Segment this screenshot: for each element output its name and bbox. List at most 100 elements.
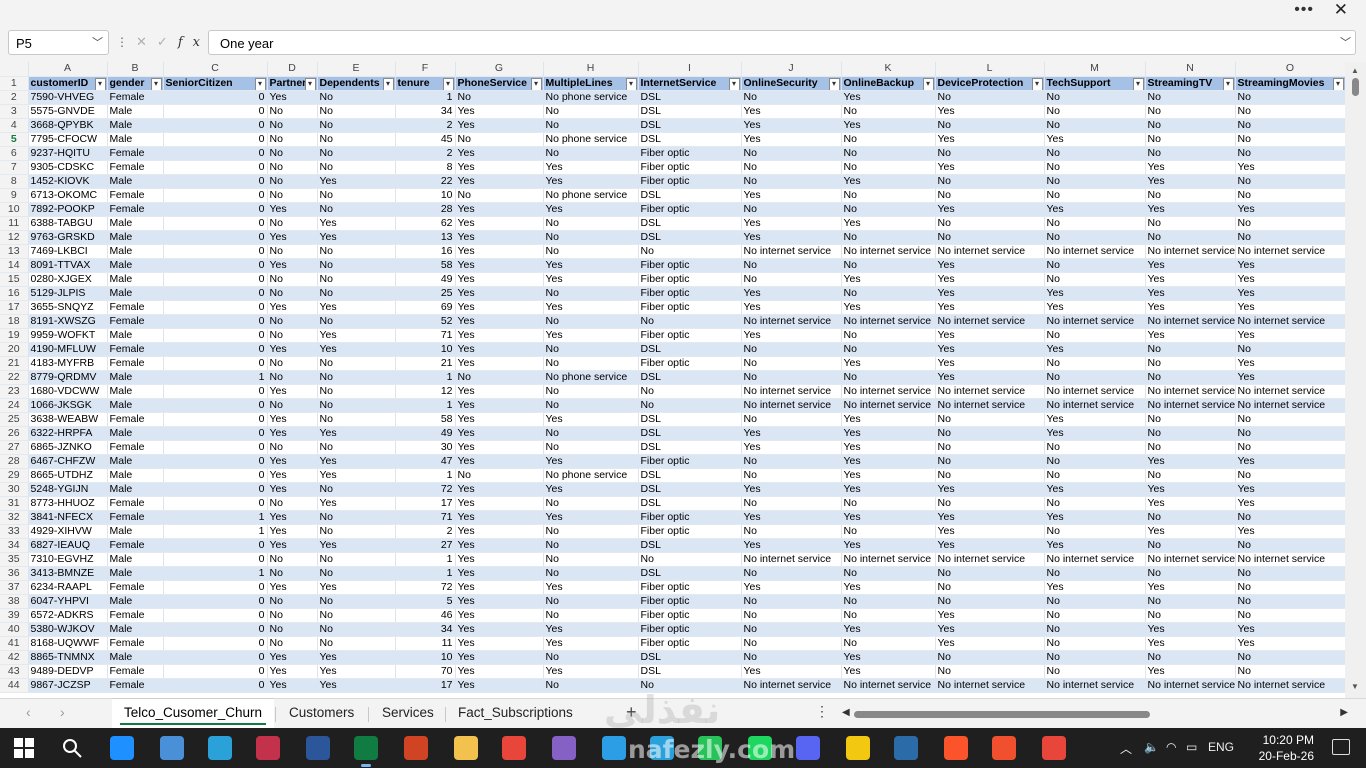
table-cell[interactable]: No xyxy=(841,636,936,651)
table-cell[interactable]: 3841-NFECX xyxy=(28,510,108,525)
table-cell[interactable]: 10 xyxy=(395,188,456,203)
table-cell[interactable]: No xyxy=(267,216,318,231)
column-letter[interactable]: N xyxy=(1145,62,1236,77)
table-cell[interactable]: Yes xyxy=(543,272,639,287)
table-cell[interactable]: No xyxy=(1044,90,1146,105)
table-cell[interactable]: No xyxy=(543,118,639,133)
table-cell[interactable]: Yes xyxy=(841,482,936,497)
table-cell[interactable]: Yes xyxy=(455,608,544,623)
table-cell[interactable]: No xyxy=(317,258,396,273)
table-cell[interactable]: Yes xyxy=(455,118,544,133)
table-cell[interactable]: No phone service xyxy=(543,188,639,203)
table-cell[interactable]: Yes xyxy=(267,230,318,245)
table-cell[interactable]: DSL xyxy=(638,426,742,441)
table-cell[interactable]: Yes xyxy=(455,300,544,315)
table-cell[interactable]: Yes xyxy=(1235,636,1346,651)
table-cell[interactable]: 9763-GRSKD xyxy=(28,230,108,245)
row-number[interactable]: 15 xyxy=(0,272,29,287)
table-cell[interactable]: No xyxy=(1044,468,1146,483)
row-number[interactable]: 13 xyxy=(0,244,29,259)
previous-sheet-icon[interactable]: ‹ xyxy=(26,704,31,720)
table-cell[interactable]: Yes xyxy=(317,664,396,679)
table-cell[interactable]: No xyxy=(267,636,318,651)
table-cell[interactable]: Yes xyxy=(935,342,1045,357)
table-cell[interactable]: Yes xyxy=(267,524,318,539)
table-cell[interactable]: Yes xyxy=(841,454,936,469)
volume-icon[interactable]: 🔈 xyxy=(1144,740,1159,754)
table-cell[interactable]: Fiber optic xyxy=(638,160,742,175)
table-cell[interactable]: No xyxy=(1044,370,1146,385)
table-cell[interactable]: No xyxy=(1044,636,1146,651)
table-cell[interactable]: No internet service xyxy=(741,552,842,567)
table-cell[interactable]: 6322-HRPFA xyxy=(28,426,108,441)
table-cell[interactable]: 1 xyxy=(395,370,456,385)
table-cell[interactable]: Male xyxy=(107,118,164,133)
table-cell[interactable]: No xyxy=(455,188,544,203)
table-cell[interactable]: No xyxy=(267,160,318,175)
table-cell[interactable]: 58 xyxy=(395,258,456,273)
table-cell[interactable]: No xyxy=(267,622,318,637)
table-cell[interactable]: 0 xyxy=(163,482,268,497)
table-cell[interactable]: No xyxy=(317,440,396,455)
row-number[interactable]: 1 xyxy=(0,76,29,91)
table-cell[interactable]: 10 xyxy=(395,650,456,665)
table-cell[interactable]: No internet service xyxy=(1235,314,1346,329)
table-cell[interactable]: Yes xyxy=(455,272,544,287)
powerpoint-icon[interactable] xyxy=(404,736,428,760)
table-cell[interactable]: No xyxy=(1145,566,1236,581)
table-cell[interactable]: Male xyxy=(107,650,164,665)
table-cell[interactable]: Yes xyxy=(543,622,639,637)
table-cell[interactable]: Male xyxy=(107,454,164,469)
table-cell[interactable]: No xyxy=(841,258,936,273)
table-cell[interactable]: Yes xyxy=(741,426,842,441)
table-cell[interactable]: No xyxy=(841,132,936,147)
table-cell[interactable]: Yes xyxy=(935,370,1045,385)
row-number[interactable]: 24 xyxy=(0,398,29,413)
table-cell[interactable]: 1 xyxy=(395,398,456,413)
table-cell[interactable]: No xyxy=(935,118,1045,133)
table-cell[interactable]: Yes xyxy=(741,230,842,245)
table-header-cell[interactable]: StreamingTV xyxy=(1145,76,1236,91)
table-cell[interactable]: Yes xyxy=(267,678,318,693)
table-cell[interactable]: DSL xyxy=(638,118,742,133)
table-cell[interactable]: No phone service xyxy=(543,90,639,105)
table-cell[interactable]: No xyxy=(841,342,936,357)
table-cell[interactable]: Yes xyxy=(841,468,936,483)
row-number[interactable]: 39 xyxy=(0,608,29,623)
table-cell[interactable]: No xyxy=(267,398,318,413)
table-cell[interactable]: Yes xyxy=(841,272,936,287)
table-cell[interactable]: No xyxy=(543,314,639,329)
access-icon[interactable] xyxy=(256,736,280,760)
table-cell[interactable]: No xyxy=(1235,664,1346,679)
table-cell[interactable]: No xyxy=(317,118,396,133)
table-cell[interactable]: Yes xyxy=(543,510,639,525)
table-cell[interactable]: 6865-JZNKO xyxy=(28,440,108,455)
table-cell[interactable]: Yes xyxy=(543,482,639,497)
table-cell[interactable]: No xyxy=(1044,160,1146,175)
table-cell[interactable]: Fiber optic xyxy=(638,174,742,189)
table-cell[interactable]: DSL xyxy=(638,90,742,105)
table-cell[interactable]: Yes xyxy=(741,300,842,315)
table-cell[interactable]: No xyxy=(1044,440,1146,455)
table-cell[interactable]: No xyxy=(935,230,1045,245)
table-cell[interactable]: No xyxy=(741,272,842,287)
table-cell[interactable]: No xyxy=(741,636,842,651)
column-letter[interactable]: O xyxy=(1235,62,1346,77)
table-cell[interactable]: No internet service xyxy=(935,552,1045,567)
table-cell[interactable]: Yes xyxy=(841,356,936,371)
table-cell[interactable]: 0 xyxy=(163,160,268,175)
table-cell[interactable]: Yes xyxy=(1145,622,1236,637)
table-cell[interactable]: No phone service xyxy=(543,370,639,385)
table-cell[interactable]: No xyxy=(638,552,742,567)
table-cell[interactable]: No xyxy=(543,146,639,161)
table-cell[interactable]: No xyxy=(1044,566,1146,581)
table-cell[interactable]: No xyxy=(935,90,1045,105)
sheet-tab-customers[interactable]: Customers xyxy=(277,699,366,729)
row-number[interactable]: 19 xyxy=(0,328,29,343)
table-cell[interactable]: Yes xyxy=(317,174,396,189)
table-cell[interactable]: Yes xyxy=(1044,342,1146,357)
table-cell[interactable]: No xyxy=(841,594,936,609)
table-cell[interactable]: 0 xyxy=(163,468,268,483)
table-cell[interactable]: Yes xyxy=(1235,258,1346,273)
table-cell[interactable]: No xyxy=(841,566,936,581)
